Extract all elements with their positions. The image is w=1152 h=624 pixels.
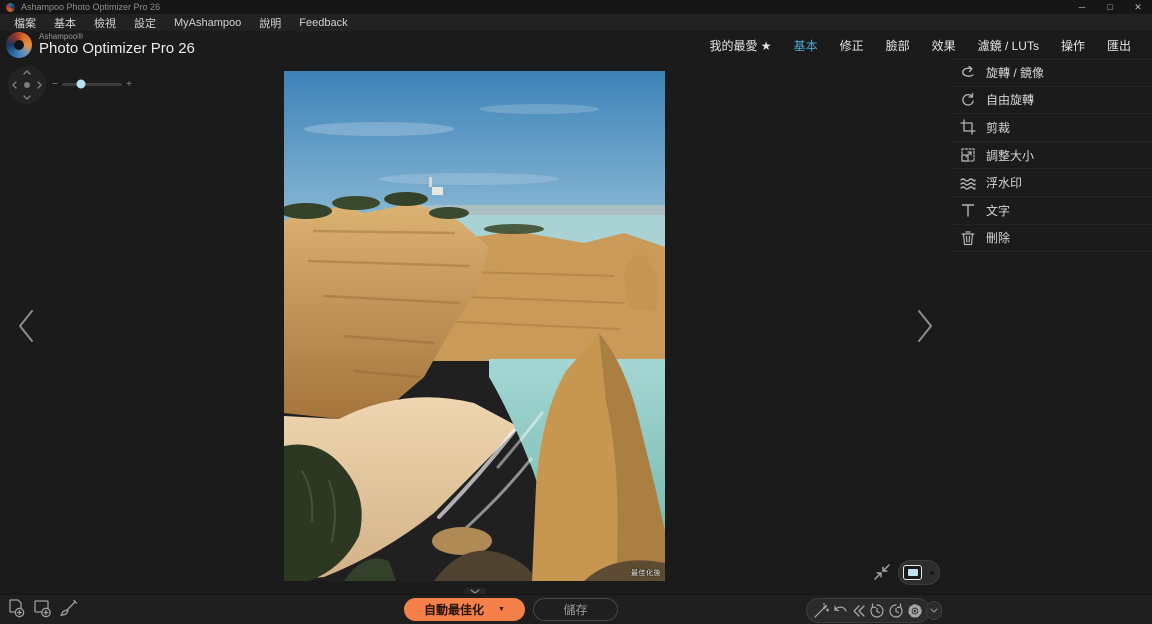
pan-navigator[interactable]: [8, 66, 46, 104]
menu-basic[interactable]: 基本: [45, 15, 85, 31]
app-title: Photo Optimizer Pro 26: [39, 41, 195, 57]
app-window: Ashampoo Photo Optimizer Pro 26 ─ □ ✕ 檔案…: [0, 0, 1152, 624]
text-icon: [960, 202, 976, 218]
window-title: Ashampoo Photo Optimizer Pro 26: [21, 2, 160, 12]
single-view-icon: [903, 565, 922, 580]
menu-help[interactable]: 說明: [250, 15, 290, 31]
menubar: 檔案 基本 檢視 設定 MyAshampoo 說明 Feedback: [0, 14, 1152, 31]
resize-icon: [960, 147, 976, 163]
zoom-slider[interactable]: − +: [50, 76, 134, 92]
tab-effects[interactable]: 效果: [921, 37, 967, 54]
next-image-button[interactable]: [913, 308, 937, 344]
tool-rotate-mirror[interactable]: 旋轉 / 鏡像: [950, 59, 1152, 87]
fit-to-window-button[interactable]: [872, 562, 892, 582]
tool-watermark[interactable]: 浮水印: [950, 169, 1152, 197]
redo-history-icon[interactable]: [887, 602, 905, 620]
rotate-mirror-icon: [960, 65, 976, 81]
tab-face[interactable]: 臉部: [875, 37, 921, 54]
free-rotate-icon: [960, 92, 976, 108]
tab-actions[interactable]: 操作: [1050, 37, 1096, 54]
ashampoo-logo-icon: [6, 32, 32, 58]
tool-label: 調整大小: [986, 147, 1034, 164]
bottom-toolbar: 自動最佳化 ▼ 儲存: [0, 594, 1152, 624]
add-folder-button[interactable]: [31, 598, 53, 620]
history-dropdown-button[interactable]: [926, 601, 942, 620]
menu-settings[interactable]: 設定: [125, 15, 165, 31]
add-image-button[interactable]: [5, 598, 27, 620]
tab-filters-luts[interactable]: 濾鏡 / LUTs: [967, 37, 1050, 54]
tool-text[interactable]: 文字: [950, 197, 1152, 225]
titlebar: Ashampoo Photo Optimizer Pro 26 ─ □ ✕: [0, 0, 1152, 14]
tool-label: 刪除: [986, 229, 1010, 246]
brand: Ashampoo® Photo Optimizer Pro 26: [6, 32, 195, 58]
menu-myashampoo[interactable]: MyAshampoo: [165, 17, 250, 29]
menu-file[interactable]: 檔案: [5, 15, 45, 31]
tab-export[interactable]: 匯出: [1096, 37, 1142, 54]
magic-wand-icon[interactable]: [812, 602, 830, 620]
app-icon: [6, 3, 15, 12]
tool-label: 旋轉 / 鏡像: [986, 64, 1044, 81]
auto-optimize-button[interactable]: 自動最佳化 ▼: [404, 598, 525, 621]
photo-state-badge: 最佳化後: [631, 568, 661, 578]
clean-brush-button[interactable]: [57, 598, 79, 620]
zoom-slider-track[interactable]: [62, 83, 122, 86]
tool-label: 自由旋轉: [986, 91, 1034, 108]
restore-history-icon[interactable]: [868, 602, 886, 620]
compare-view-toggle[interactable]: [898, 560, 940, 585]
undo-icon[interactable]: [831, 602, 849, 620]
zoom-out-icon[interactable]: −: [50, 79, 60, 90]
history-toolbar: [806, 598, 930, 623]
beach-cliff-photo: [284, 71, 665, 581]
tool-free-rotate[interactable]: 自由旋轉: [950, 87, 1152, 115]
tool-delete[interactable]: 刪除: [950, 225, 1152, 253]
tool-resize[interactable]: 調整大小: [950, 142, 1152, 170]
tab-basic[interactable]: 基本: [783, 37, 829, 54]
tool-label: 剪裁: [986, 119, 1010, 136]
maximize-button[interactable]: □: [1096, 0, 1124, 14]
previous-image-button[interactable]: [14, 308, 38, 344]
toggle-dot-icon: [930, 571, 934, 575]
save-button[interactable]: 儲存: [533, 598, 618, 621]
tab-correction[interactable]: 修正: [829, 37, 875, 54]
undo-all-icon[interactable]: [850, 602, 868, 620]
optimize-dropdown-caret[interactable]: ▼: [498, 606, 505, 613]
tool-label: 文字: [986, 202, 1010, 219]
settings-gear-icon[interactable]: [906, 602, 924, 620]
close-button[interactable]: ✕: [1124, 0, 1152, 14]
photo-canvas[interactable]: 最佳化後: [284, 71, 665, 581]
crop-icon: [960, 119, 976, 135]
tools-sidebar: 旋轉 / 鏡像 自由旋轉 剪裁 調整大小: [950, 59, 1152, 252]
minimize-button[interactable]: ─: [1068, 0, 1096, 14]
tool-crop[interactable]: 剪裁: [950, 114, 1152, 142]
header: Ashampoo® Photo Optimizer Pro 26 我的最愛 ★ …: [0, 31, 1152, 59]
zoom-in-icon[interactable]: +: [124, 79, 134, 90]
zoom-slider-thumb[interactable]: [77, 80, 86, 89]
tool-label: 浮水印: [986, 174, 1022, 191]
menu-feedback[interactable]: Feedback: [290, 17, 356, 29]
menu-view[interactable]: 檢視: [85, 15, 125, 31]
trash-icon: [960, 230, 976, 246]
ribbon-tabs: 我的最愛 ★ 基本 修正 臉部 效果 濾鏡 / LUTs 操作 匯出: [698, 31, 1142, 59]
watermark-icon: [960, 175, 976, 191]
tab-favorites[interactable]: 我的最愛 ★: [698, 37, 782, 54]
